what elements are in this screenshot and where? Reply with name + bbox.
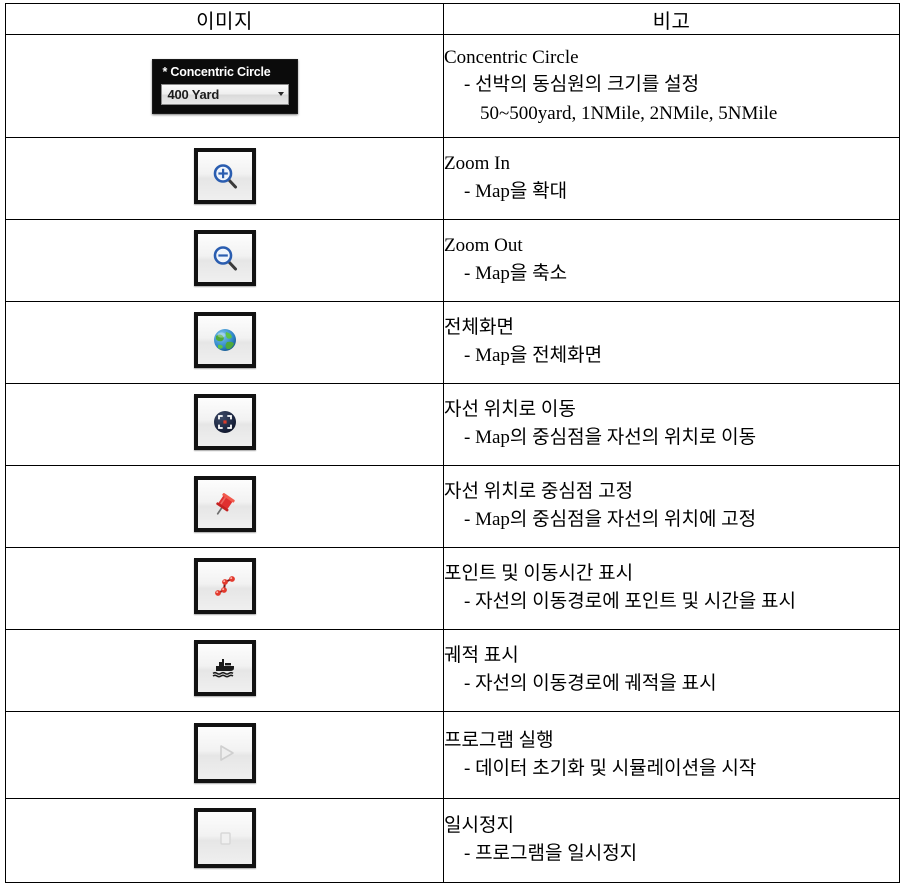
note-line: - Map의 중심점을 자선의 위치로 이동 <box>464 427 757 449</box>
note-title: 프로그램 실행 <box>444 729 554 751</box>
note-title: Concentric Circle <box>444 46 579 68</box>
table-row: 궤적 표시 - 자선의 이동경로에 궤적을 표시 <box>5 629 900 712</box>
note-line: - Map을 축소 <box>464 263 568 285</box>
globe-icon <box>198 316 252 364</box>
note-title: Zoom In <box>444 153 510 175</box>
note-line: - Map을 확대 <box>464 181 568 203</box>
table-row: 전체화면 - Map을 전체화면 <box>5 301 900 384</box>
cell-image <box>5 465 444 548</box>
icon-spec-table: 이미지 비고 * Concentric Circle 400 Yard Conc… <box>5 3 900 883</box>
cell-note: 프로그램 실행 - 데이터 초기화 및 시뮬레이션을 시작 <box>443 711 900 799</box>
zoom-in-button[interactable] <box>193 148 256 204</box>
center-on-own-ship-icon <box>198 398 252 446</box>
table-row: Zoom In - Map을 확대 <box>5 137 900 220</box>
note-line: - 자선의 이동경로에 포인트 및 시간을 표시 <box>464 591 796 613</box>
note-line: - 프로그램을 일시정지 <box>464 843 638 865</box>
note-line: - Map의 중심점을 자선의 위치에 고정 <box>464 509 757 531</box>
cell-image <box>5 629 444 712</box>
pin-icon <box>198 480 252 528</box>
note-line: - 데이터 초기화 및 시뮬레이션을 시작 <box>464 757 757 779</box>
fix-center-button[interactable] <box>193 476 256 532</box>
concentric-circle-select[interactable]: 400 Yard <box>160 83 289 105</box>
note-title: 궤적 표시 <box>444 645 519 667</box>
zoom-out-icon <box>198 234 252 282</box>
cell-note: 전체화면 - Map을 전체화면 <box>443 301 900 384</box>
cell-note: 궤적 표시 - 자선의 이동경로에 궤적을 표시 <box>443 629 900 712</box>
cell-image <box>5 711 444 799</box>
ship-track-icon <box>198 644 252 692</box>
table-row: 프로그램 실행 - 데이터 초기화 및 시뮬레이션을 시작 <box>5 711 900 799</box>
note-line: - 자선의 이동경로에 궤적을 표시 <box>464 673 717 695</box>
zoom-out-button[interactable] <box>193 230 256 286</box>
column-header-note: 비고 <box>443 3 900 35</box>
cell-image <box>5 301 444 384</box>
run-program-button[interactable] <box>193 722 256 783</box>
show-waypoints-button[interactable] <box>193 558 256 614</box>
concentric-circle-widget[interactable]: * Concentric Circle 400 Yard <box>151 58 298 114</box>
cell-note: Zoom Out - Map을 축소 <box>443 219 900 302</box>
column-header-image: 이미지 <box>5 3 444 35</box>
chevron-down-icon <box>277 92 284 96</box>
concentric-circle-selected-value: 400 Yard <box>167 86 220 102</box>
note-line: 50~500yard, 1NMile, 2NMile, 5NMile <box>480 102 778 124</box>
cell-note: Concentric Circle - 선박의 동심원의 크기를 설정 50~5… <box>443 34 900 138</box>
cell-note: 일시정지 - 프로그램을 일시정지 <box>443 798 900 883</box>
table-row: 포인트 및 이동시간 표시 - 자선의 이동경로에 포인트 및 시간을 표시 <box>5 547 900 630</box>
note-title: 포인트 및 이동시간 표시 <box>444 563 634 585</box>
table-row: Zoom Out - Map을 축소 <box>5 219 900 302</box>
waypoints-icon <box>198 562 252 610</box>
play-icon <box>198 727 252 779</box>
table-row: 자선 위치로 이동 - Map의 중심점을 자선의 위치로 이동 <box>5 383 900 466</box>
table-row: * Concentric Circle 400 Yard Concentric … <box>5 34 900 138</box>
cell-note: 자선 위치로 중심점 고정 - Map의 중심점을 자선의 위치에 고정 <box>443 465 900 548</box>
stop-icon <box>198 812 252 864</box>
note-title: 일시정지 <box>444 815 514 837</box>
spec-table-page: 이미지 비고 * Concentric Circle 400 Yard Conc… <box>0 3 908 883</box>
note-title: 자선 위치로 이동 <box>444 399 576 421</box>
cell-image <box>5 219 444 302</box>
fullscreen-button[interactable] <box>193 312 256 368</box>
cell-note: Zoom In - Map을 확대 <box>443 137 900 220</box>
cell-note: 포인트 및 이동시간 표시 - 자선의 이동경로에 포인트 및 시간을 표시 <box>443 547 900 630</box>
center-on-own-ship-button[interactable] <box>193 394 256 450</box>
concentric-circle-label: * Concentric Circle <box>162 64 271 79</box>
cell-image <box>5 383 444 466</box>
note-line: - Map을 전체화면 <box>464 345 603 367</box>
table-row: 일시정지 - 프로그램을 일시정지 <box>5 798 900 883</box>
note-line: - 선박의 동심원의 크기를 설정 <box>464 74 700 96</box>
cell-image: * Concentric Circle 400 Yard <box>5 34 444 138</box>
note-title: Zoom Out <box>444 235 523 257</box>
show-track-button[interactable] <box>193 640 256 696</box>
cell-note: 자선 위치로 이동 - Map의 중심점을 자선의 위치로 이동 <box>443 383 900 466</box>
pause-program-button[interactable] <box>193 808 256 868</box>
note-title: 전체화면 <box>444 317 514 339</box>
zoom-in-icon <box>198 152 252 200</box>
cell-image <box>5 137 444 220</box>
note-title: 자선 위치로 중심점 고정 <box>444 481 634 503</box>
table-header-row: 이미지 비고 <box>5 3 900 35</box>
cell-image <box>5 547 444 630</box>
table-row: 자선 위치로 중심점 고정 - Map의 중심점을 자선의 위치에 고정 <box>5 465 900 548</box>
cell-image <box>5 798 444 883</box>
